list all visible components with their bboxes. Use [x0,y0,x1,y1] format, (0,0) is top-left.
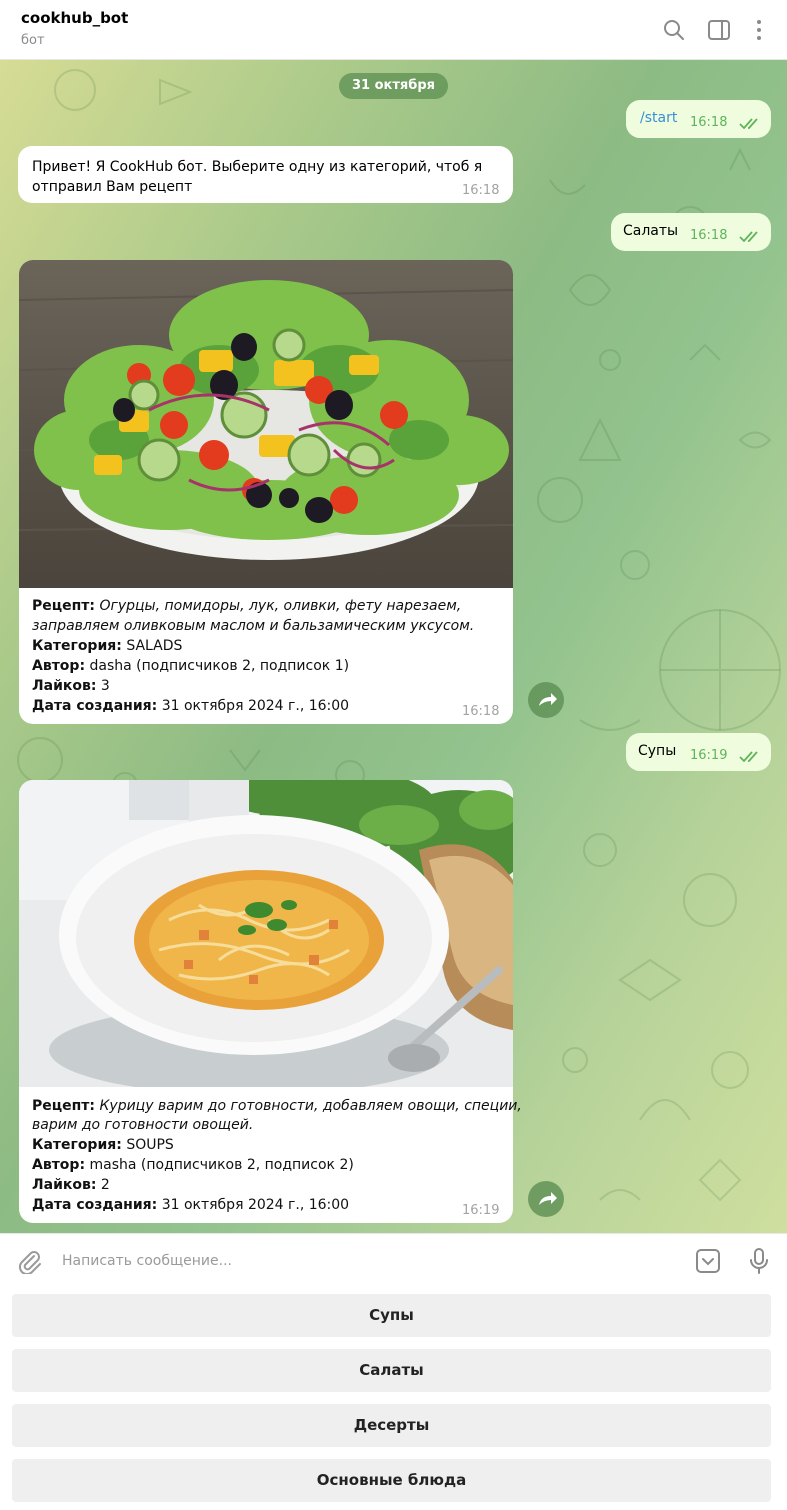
microphone-icon[interactable] [746,1246,772,1276]
share-button[interactable] [528,1181,564,1217]
recipe-caption-line: варим до готовности овощей. [32,1115,253,1135]
message-time: 16:18 [690,228,728,243]
message-time: 16:18 [462,183,500,198]
chat-messages-area[interactable]: 31 октября /start 16:18 Привет! Я CookHu… [0,60,787,1233]
message-text-line: отправил Вам рецепт [32,179,193,195]
paperclip-icon[interactable] [16,1248,42,1274]
category-value: SOUPS [126,1137,174,1153]
bot-command-link[interactable]: /start [640,110,677,126]
likes-label: Лайков: [32,1177,97,1193]
message-text-line: Привет! Я CookHub бот. Выберите одну из … [32,159,483,175]
keyboard-button-salads[interactable]: Салаты [12,1349,771,1392]
recipe-date-line: Дата создания: 31 октября 2024 г., 16:00 [32,696,349,716]
chat-header: cookhub_bot бот [0,0,787,60]
outgoing-message[interactable]: /start 16:18 [626,100,771,138]
recipe-likes-line: Лайков: 3 [32,676,110,696]
likes-value: 3 [100,678,110,694]
recipe-category-line: Категория: SOUPS [32,1135,174,1155]
recipe-label: Рецепт: [32,1098,96,1114]
message-text: Супы [638,743,677,759]
recipe-caption-line: Рецепт: Курицу варим до готовности, доба… [32,1096,522,1116]
keyboard-button-soups[interactable]: Супы [12,1294,771,1337]
bot-keyboard-icon[interactable] [694,1247,722,1275]
share-icon [539,1192,557,1205]
greek-salad-photo[interactable] [19,260,513,588]
likes-value: 2 [100,1177,110,1193]
recipe-likes-line: Лайков: 2 [32,1175,110,1195]
message-time: 16:19 [690,748,728,763]
double-check-icon [739,118,758,130]
message-time: 16:18 [462,704,500,719]
chat-subtitle: бот [21,33,45,48]
keyboard-button-desserts[interactable]: Десерты [12,1404,771,1447]
likes-label: Лайков: [32,678,97,694]
recipe-text: варим до готовности овощей. [32,1117,254,1133]
message-time: 16:19 [462,1203,500,1218]
message-time: 16:18 [690,115,728,130]
recipe-category-line: Категория: SALADS [32,636,182,656]
share-button[interactable] [528,682,564,718]
date-separator: 31 октября [339,73,448,99]
double-check-icon [739,751,758,763]
double-check-icon [739,231,758,243]
sidebar-toggle-icon[interactable] [707,18,731,42]
message-input[interactable] [60,1247,664,1275]
author-value: dasha (подписчиков 2, подписок 1) [89,658,350,674]
incoming-message[interactable]: Привет! Я CookHub бот. Выберите одну из … [18,146,513,203]
more-vertical-icon[interactable] [747,18,771,42]
recipe-text: Курицу варим до готовности, добавляем ов… [99,1098,522,1114]
recipe-message[interactable]: Рецепт: Курицу варим до готовности, доба… [19,780,522,1223]
category-label: Категория: [32,638,122,654]
author-label: Автор: [32,658,86,674]
recipe-author-line: Автор: dasha (подписчиков 2, подписок 1) [32,656,349,676]
recipe-author-line: Автор: masha (подписчиков 2, подписок 2) [32,1155,354,1175]
created-value: 31 октября 2024 г., 16:00 [161,1197,350,1213]
bot-reply-keyboard: Супы Салаты Десерты Основные блюда [0,1288,787,1510]
recipe-date-line: Дата создания: 31 октября 2024 г., 16:00 [32,1195,349,1215]
category-value: SALADS [126,638,183,654]
recipe-caption-line: Рецепт: Огурцы, помидоры, лук, оливки, ф… [32,596,461,616]
created-label: Дата создания: [32,698,158,714]
share-icon [539,693,557,706]
author-value: masha (подписчиков 2, подписок 2) [89,1157,354,1173]
recipe-caption-line: заправляем оливковым маслом и бальзамиче… [32,616,474,636]
recipe-text: Огурцы, помидоры, лук, оливки, фету наре… [99,598,462,614]
created-label: Дата создания: [32,1197,158,1213]
recipe-text: заправляем оливковым маслом и бальзамиче… [32,618,475,634]
search-icon[interactable] [662,18,686,42]
author-label: Автор: [32,1157,86,1173]
keyboard-button-main-dishes[interactable]: Основные блюда [12,1459,771,1502]
recipe-label: Рецепт: [32,598,96,614]
outgoing-message[interactable]: Салаты 16:18 [611,213,771,251]
category-label: Категория: [32,1137,122,1153]
recipe-message[interactable]: Рецепт: Огурцы, помидоры, лук, оливки, ф… [19,260,513,724]
message-composer [0,1233,787,1288]
noodle-soup-photo[interactable] [19,780,513,1087]
outgoing-message[interactable]: Супы 16:19 [626,733,771,771]
message-text: Салаты [623,223,679,239]
created-value: 31 октября 2024 г., 16:00 [161,698,350,714]
chat-title[interactable]: cookhub_bot [21,9,128,27]
